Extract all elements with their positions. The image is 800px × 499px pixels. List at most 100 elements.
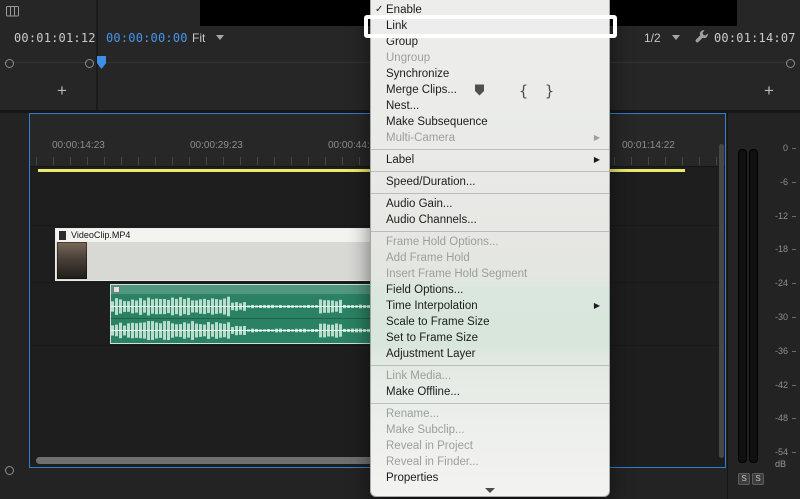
playhead-marker[interactable] (97, 56, 106, 69)
menu-item-enable[interactable]: ✓Enable (371, 2, 609, 18)
meter-scale-label: -36 (760, 346, 788, 356)
menu-item-label: Make Subclip... (386, 424, 465, 436)
source-timecode: 00:01:01:12 (14, 31, 96, 45)
meter-tick (792, 216, 796, 217)
vertical-scrollbar[interactable] (719, 144, 724, 458)
ruler-label: 00:01:14:22 (622, 140, 675, 151)
mark-in-icon[interactable]: { (519, 84, 528, 99)
menu-item-label: Frame Hold Options... (386, 236, 498, 248)
meter-scale-label: -6 (760, 177, 788, 187)
menu-item-label: Reveal in Finder... (386, 456, 479, 468)
menu-item-link-media: Link Media... (371, 368, 609, 384)
menu-item-label: Speed/Duration... (386, 176, 476, 188)
menu-item-label: Insert Frame Hold Segment (386, 268, 527, 280)
meter-scale-label: 0 (760, 143, 788, 153)
menu-item-synchronize[interactable]: Synchronize (371, 66, 609, 82)
context-menu-items: ✓EnableLink Group Ungroup Synchronize Merge … (371, 0, 609, 486)
scrub-handle-icon[interactable] (5, 466, 14, 475)
menu-item-scale-to-frame-size[interactable]: Scale to Frame Size (371, 314, 609, 330)
wrench-settings-icon[interactable] (694, 30, 709, 45)
add-marker-icon[interactable] (473, 83, 486, 97)
meter-scale-label: -30 (760, 312, 788, 322)
scrub-handle-icon[interactable] (85, 59, 94, 68)
meter-scale-label: -18 (760, 244, 788, 254)
menu-item-set-to-frame-size[interactable]: Set to Frame Size (371, 330, 609, 346)
menu-item-label: Audio Gain... (386, 198, 452, 210)
meter-scale-label: -54 (760, 447, 788, 457)
playback-resolution-dropdown[interactable]: 1/2 (644, 31, 680, 45)
menu-item-label: Group (386, 36, 418, 48)
menu-item-adjustment-layer[interactable]: Adjustment Layer (371, 346, 609, 362)
menu-item-reveal-in-project: Reveal in Project (371, 438, 609, 454)
menu-item-link[interactable]: Link (371, 18, 609, 34)
menu-item-label: Merge Clips... (386, 84, 457, 96)
meter-tick (792, 249, 796, 250)
meter-scale-label: -42 (760, 380, 788, 390)
meter-tick (792, 317, 796, 318)
resolution-label: 1/2 (644, 31, 661, 45)
menu-item-label: Enable (386, 4, 422, 16)
video-thumbnail (57, 242, 87, 279)
menu-item-label: Scale to Frame Size (386, 316, 490, 328)
menu-item-audio-gain[interactable]: Audio Gain... (371, 196, 609, 212)
scrub-handle-icon[interactable] (786, 59, 795, 68)
menu-item-label: Add Frame Hold (386, 252, 470, 264)
menu-item-label: Field Options... (386, 284, 463, 296)
menu-item-label: Synchronize (386, 68, 449, 80)
menu-item-field-options[interactable]: Field Options... (371, 282, 609, 298)
menu-item-nest[interactable]: Nest... (371, 98, 609, 114)
menu-item-make-subclip: Make Subclip... (371, 422, 609, 438)
plus-button-right[interactable]: + (764, 82, 774, 99)
scrub-handle-icon[interactable] (5, 59, 14, 68)
menu-item-label: Make Subsequence (386, 116, 488, 128)
meter-tick (792, 385, 796, 386)
fx-badge-icon (59, 231, 66, 240)
menu-item-label: Make Offline... (386, 386, 460, 398)
menu-separator (371, 231, 609, 232)
submenu-arrow-icon: ▶ (594, 130, 600, 146)
zoom-fit-dropdown[interactable]: Fit (192, 31, 224, 45)
ruler-label: 00:00:29:23 (190, 140, 243, 151)
solo-button[interactable]: S (752, 473, 764, 485)
menu-item-merge-clips[interactable]: Merge Clips... (371, 82, 609, 98)
menu-item-label: Properties (386, 472, 438, 484)
menu-item-label: Time Interpolation (386, 300, 478, 312)
menu-item-properties[interactable]: Properties (371, 470, 609, 486)
menu-item-time-interpolation[interactable]: Time Interpolation ▶ (371, 298, 609, 314)
meter-unit-label: dB (756, 459, 786, 469)
solo-button[interactable]: S (738, 473, 750, 485)
panel-divider (96, 0, 98, 110)
video-clip-name: VideoClip.MP4 (71, 230, 130, 240)
menu-item-label: Rename... (386, 408, 439, 420)
menu-item-label: Audio Channels... (386, 214, 477, 226)
menu-scroll-down-icon[interactable] (485, 488, 495, 493)
menu-item-label: Label (386, 154, 414, 166)
menu-item-label[interactable]: Label ▶ (371, 152, 609, 168)
position-timecode[interactable]: 00:00:00:00 (106, 31, 188, 45)
meter-scale-label: -48 (760, 413, 788, 423)
menu-item-make-subsequence[interactable]: Make Subsequence (371, 114, 609, 130)
menu-item-audio-channels[interactable]: Audio Channels... (371, 212, 609, 228)
submenu-arrow-icon: ▶ (594, 152, 600, 168)
menu-item-speed-duration[interactable]: Speed/Duration... (371, 174, 609, 190)
menu-item-insert-frame-hold-segment: Insert Frame Hold Segment (371, 266, 609, 282)
meter-tick (792, 182, 796, 183)
menu-item-label: Set to Frame Size (386, 332, 478, 344)
menu-item-make-offline[interactable]: Make Offline... (371, 384, 609, 400)
menu-separator (371, 365, 609, 366)
mini-scrub-track[interactable] (4, 62, 92, 63)
menu-item-ungroup: Ungroup (371, 50, 609, 66)
meter-tick (792, 283, 796, 284)
menu-separator (371, 149, 609, 150)
meter-tick (792, 452, 796, 453)
menu-separator (371, 403, 609, 404)
menu-item-label: Ungroup (386, 52, 430, 64)
menu-item-label: Nest... (386, 100, 419, 112)
menu-item-group[interactable]: Group (371, 34, 609, 50)
duration-timecode: 00:01:14:07 (714, 31, 796, 45)
menu-item-label: Link Media... (386, 370, 451, 382)
plus-button-left[interactable]: + (57, 82, 67, 99)
menu-item-label: Adjustment Layer (386, 348, 476, 360)
mark-out-icon[interactable]: } (545, 84, 554, 99)
submenu-arrow-icon: ▶ (594, 298, 600, 314)
